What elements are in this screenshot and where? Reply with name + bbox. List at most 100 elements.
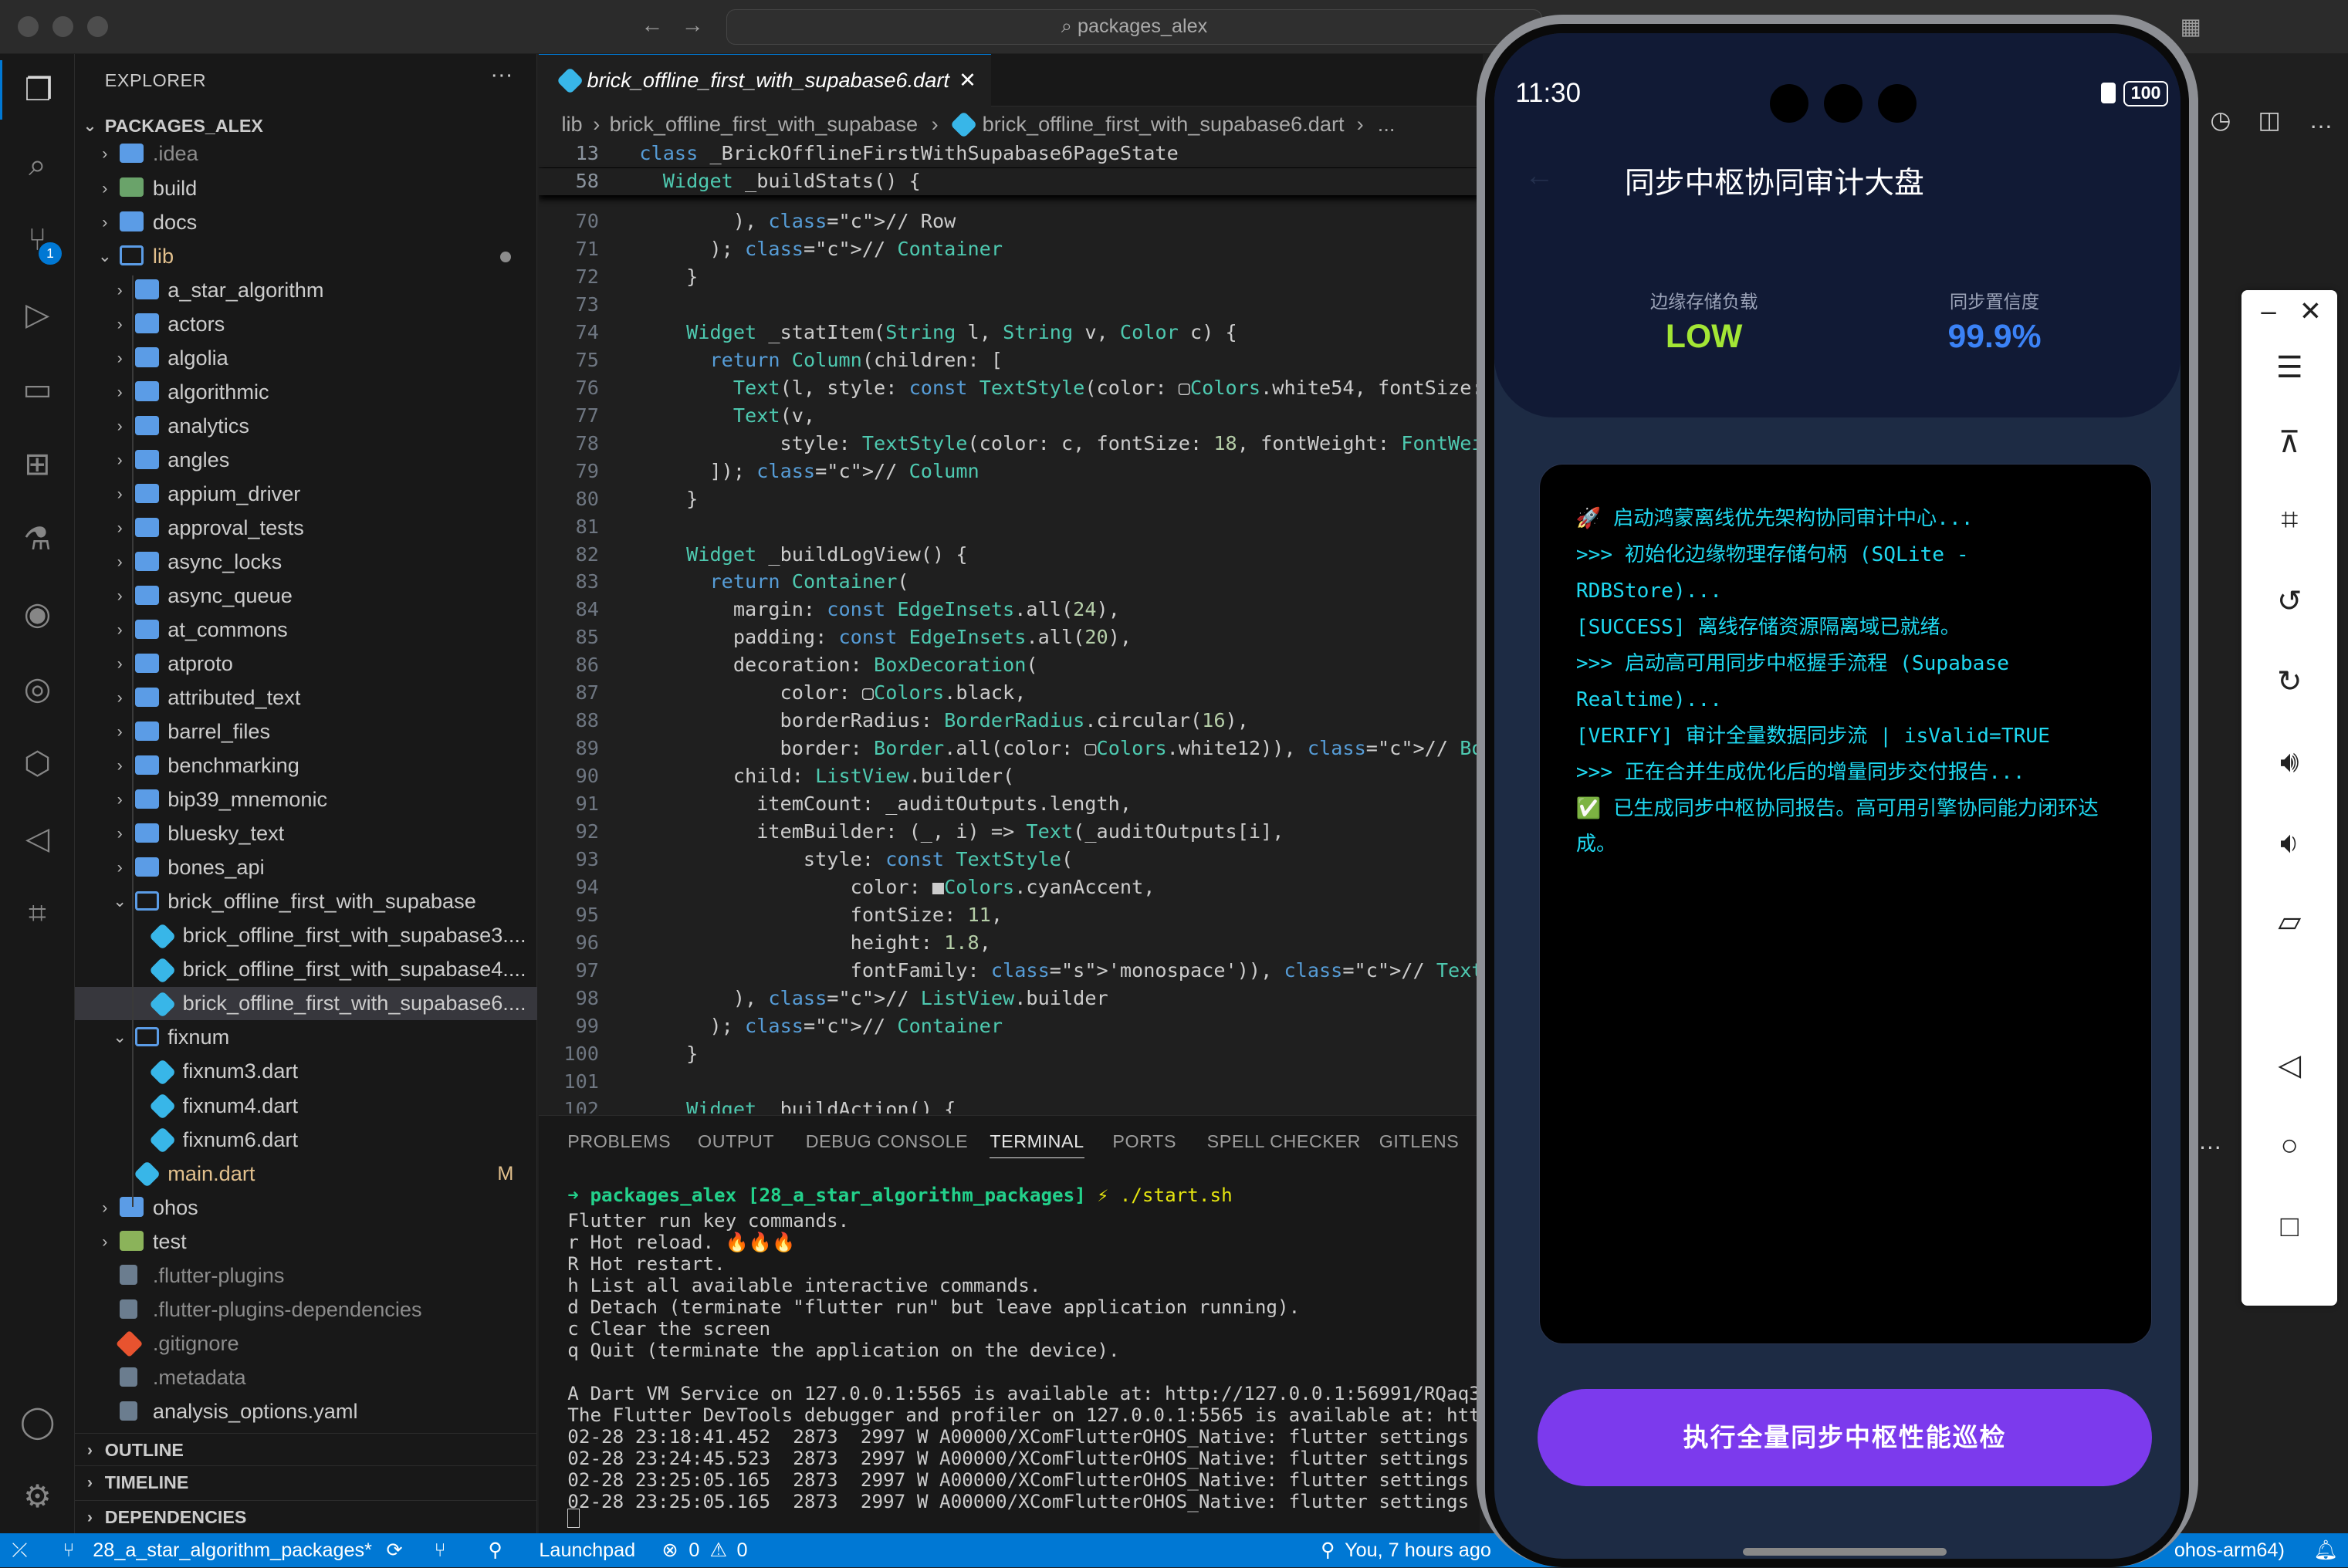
tree-item-bones-api[interactable]: › bones_api (75, 851, 537, 884)
close-window-button[interactable] (18, 16, 39, 38)
panel-tab-gitlens[interactable]: GITLENS (1379, 1131, 1460, 1152)
panel-tab-terminal[interactable]: TERMINAL (990, 1131, 1084, 1159)
tree-item-test[interactable]: › test (75, 1225, 537, 1259)
tree-item-fixnum6-dart[interactable]: fixnum6.dart (75, 1124, 537, 1157)
home-indicator[interactable] (1743, 1547, 1947, 1556)
tree-item--gitignore[interactable]: .gitignore (75, 1327, 537, 1360)
code-editor[interactable]: 13 class _BrickOfflineFirstWithSupabase6P… (539, 140, 1480, 1114)
testing-icon[interactable]: ⚗ (0, 509, 75, 569)
tree-item-brick-offline-first-with-supabase[interactable]: ⌄ brick_offline_first_with_supabase (75, 885, 537, 918)
tree-item--metadata[interactable]: .metadata (75, 1361, 537, 1394)
tree-item-approval-tests[interactable]: › approval_tests (75, 512, 537, 545)
status-branch[interactable]: 28_a_star_algorithm_packages* (93, 1533, 372, 1568)
editor-tab-active[interactable]: brick_offline_first_with_supabase6.dart … (539, 53, 992, 106)
back-icon[interactable]: ◁ (2241, 1048, 2337, 1083)
tree-item-async-locks[interactable]: › async_locks (75, 546, 537, 579)
tree-item-brick-offline-first-with-supabase3-[interactable]: brick_offline_first_with_supabase3.... (75, 919, 537, 952)
tree-item-bip39-mnemonic[interactable]: › bip39_mnemonic (75, 783, 537, 816)
tree-item-fixnum3-dart[interactable]: fixnum3.dart (75, 1055, 537, 1088)
split-editor-icon[interactable]: ◫ (2258, 106, 2281, 134)
close-tab-icon[interactable]: ✕ (959, 55, 976, 106)
tree-item-analysis-options-yaml[interactable]: analysis_options.yaml (75, 1395, 537, 1428)
crop-icon[interactable]: ⌗ (2241, 503, 2337, 537)
panel-tab-spell-checker[interactable]: SPELL CHECKER (1207, 1131, 1361, 1152)
tree-item-a-star-algorithm[interactable]: › a_star_algorithm (75, 274, 537, 307)
git-history-icon[interactable]: ◷ (2210, 106, 2231, 134)
search-icon[interactable]: ⌕ (0, 135, 75, 195)
account-icon[interactable]: ◯ (0, 1392, 75, 1452)
tree-item-barrel-files[interactable]: › barrel_files (75, 715, 537, 749)
tree-item-benchmarking[interactable]: › benchmarking (75, 749, 537, 782)
tree-item-algolia[interactable]: › algolia (75, 342, 537, 375)
tree-item-async-queue[interactable]: › async_queue (75, 580, 537, 613)
source-control-icon[interactable]: ⑂ 1 (0, 210, 75, 270)
volume-down-icon[interactable]: 🔉︎ (2241, 826, 2337, 860)
status-device[interactable]: ohos-arm64) (2174, 1533, 2285, 1568)
status-warnings[interactable]: 0 (736, 1533, 747, 1568)
back-arrow-icon[interactable]: ← (1524, 159, 1555, 193)
more-actions-icon[interactable]: ··· (490, 63, 513, 88)
overview-icon[interactable]: □ (2241, 1210, 2337, 1244)
breadcrumb-folder[interactable]: brick_offline_first_with_supabase (610, 108, 919, 141)
rotate-right-icon[interactable]: ↻ (2241, 664, 2337, 699)
tree-item-analytics[interactable]: › analytics (75, 410, 537, 443)
tree-item-bluesky-text[interactable]: › bluesky_text (75, 817, 537, 850)
explorer-icon[interactable]: ❐ (0, 59, 75, 120)
tree-item-brick-offline-first-with-supabase6-[interactable]: brick_offline_first_with_supabase6.... (75, 987, 538, 1021)
timeline-section[interactable]: › TIMELINE (75, 1465, 538, 1499)
breadcrumb-file[interactable]: brick_offline_first_with_supabase6.dart (983, 108, 1345, 141)
tree-item-atproto[interactable]: › atproto (75, 647, 537, 681)
git-graph-icon[interactable]: ⑂ (435, 1533, 446, 1568)
status-blame[interactable]: You, 7 hours ago (1345, 1533, 1491, 1568)
code-line-sticky[interactable]: 58 Widget _buildStats() { (539, 168, 1480, 196)
tree-item-attributed-text[interactable]: › attributed_text (75, 681, 537, 715)
breadcrumb-symbol[interactable]: ... (1378, 108, 1396, 141)
tree-item-main-dart[interactable]: main.dart M (75, 1157, 537, 1191)
outline-section[interactable]: › OUTLINE (75, 1432, 538, 1466)
sync-icon[interactable]: ⟳ (387, 1533, 403, 1568)
tree-item-ohos[interactable]: › ohos (75, 1191, 537, 1225)
git-graph-icon[interactable]: ◉ (0, 584, 75, 644)
run-audit-button[interactable]: 执行全量同步中枢性能巡检 (1538, 1389, 2152, 1487)
minimize-window-button[interactable] (52, 16, 74, 38)
panel-tab-ports[interactable]: PORTS (1112, 1131, 1176, 1152)
tree-item-algorithmic[interactable]: › algorithmic (75, 376, 537, 409)
layout-icon[interactable]: ▦ (2181, 13, 2202, 40)
rotate-left-icon[interactable]: ↺ (2241, 584, 2337, 619)
audit-log-console[interactable]: 🚀 启动鸿蒙离线优先架构协同审计中心... >>> 初始化边缘物理存储句柄 (SQ… (1539, 464, 2152, 1345)
gitlens-icon[interactable]: ◎ (0, 659, 75, 719)
containers-icon[interactable]: ⬡ (0, 734, 75, 794)
tree-item-actors[interactable]: › actors (75, 308, 537, 341)
extensions-icon[interactable]: ⊞ (0, 434, 75, 495)
dependencies-section[interactable]: › DEPENDENCIES (75, 1499, 538, 1533)
status-launchpad[interactable]: Launchpad (539, 1533, 635, 1568)
remote-icon[interactable]: ⤫ (12, 1533, 28, 1568)
nav-back-icon[interactable]: ← (641, 13, 663, 39)
volume-up-icon[interactable]: 🔊︎ (2241, 745, 2337, 779)
close-icon[interactable]: ✕ (2262, 296, 2348, 327)
tree-item--flutter-plugins[interactable]: .flutter-plugins (75, 1259, 537, 1293)
status-errors[interactable]: 0 (688, 1533, 699, 1568)
tree-item-docs[interactable]: › docs (75, 206, 537, 239)
tree-item-angles[interactable]: › angles (75, 444, 537, 477)
settings-gear-icon[interactable]: ⚙ (0, 1467, 75, 1527)
code-line-sticky[interactable]: 13 class _BrickOfflineFirstWithSupabase6P… (539, 140, 1480, 168)
tree-item--flutter-plugins-dependencies[interactable]: .flutter-plugins-dependencies (75, 1293, 537, 1326)
remote-explorer-icon[interactable]: ▭ (0, 360, 75, 420)
tree-item-fixnum4-dart[interactable]: fixnum4.dart (75, 1090, 537, 1123)
panel-tab-problems[interactable]: PROBLEMS (567, 1131, 671, 1152)
command-center-search[interactable]: ⌕ packages_alex (726, 8, 1543, 46)
menu-icon[interactable]: ☰ (2241, 350, 2337, 385)
tree-item-appium-driver[interactable]: › appium_driver (75, 478, 537, 511)
zoom-window-button[interactable] (86, 16, 108, 38)
panel-tab-output[interactable]: OUTPUT (698, 1131, 774, 1152)
nav-forward-icon[interactable]: → (682, 13, 704, 39)
home-icon[interactable]: ○ (2241, 1129, 2337, 1163)
scan-icon[interactable]: ⌗ (0, 884, 75, 944)
tree-item-build[interactable]: › build (75, 172, 537, 205)
run-debug-icon[interactable]: ▷ (0, 285, 75, 345)
pin-off-icon[interactable]: ⊼ (2241, 425, 2337, 460)
breadcrumb-lib[interactable]: lib (561, 108, 582, 141)
flutter-icon[interactable]: ◁ (0, 809, 75, 869)
tree-item-brick-offline-first-with-supabase4-[interactable]: brick_offline_first_with_supabase4.... (75, 953, 537, 986)
